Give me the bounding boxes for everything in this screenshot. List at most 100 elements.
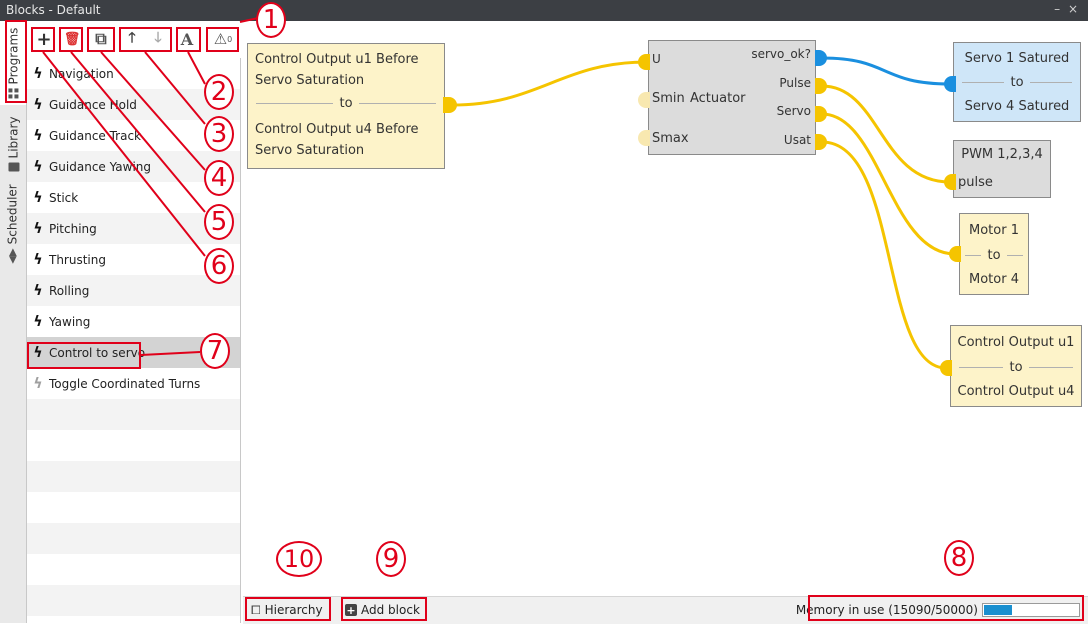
callout-8: 8 [944,540,974,576]
block-pwm[interactable]: PWM 1,2,3,4 pulse [953,140,1051,198]
program-label: Toggle Coordinated Turns [49,376,201,391]
window-controls[interactable]: – × [1054,2,1080,16]
callout-7: 7 [200,333,230,369]
annotation-box-1 [5,20,27,103]
annotation-box-4 [87,27,115,52]
block-motor[interactable]: Motor 1 to Motor 4 [959,213,1029,295]
empty-row [27,492,240,523]
callout-1: 1 [256,2,286,38]
annotation-box-10 [245,597,331,621]
port-usat-label: Usat [783,133,811,147]
bolt-icon: ϟ [33,127,43,144]
arrows-icon: ◀▶ [7,248,19,264]
block-text: Servo 4 Satured [964,99,1070,114]
input-port-smin[interactable] [638,92,650,108]
port-servo-label: Servo [776,104,811,118]
program-item-yawing[interactable]: ϟ Yawing [27,306,240,337]
program-label: Rolling [49,283,90,298]
bolt-icon: ϟ [33,96,43,113]
callout-5: 5 [204,204,234,240]
bolt-icon: ϟ [33,189,43,206]
annotation-box-9 [341,597,427,621]
title-bar: Blocks - Default – × [0,0,1088,21]
port-u-label: U [652,52,661,66]
separator-label: to [339,96,353,111]
callout-2: 2 [204,74,234,110]
program-label: Guidance Track [49,128,142,143]
program-label: Guidance Hold [49,97,137,112]
book-icon [7,162,19,172]
annotation-box-6 [31,27,55,52]
bolt-icon: ϟ [33,220,43,237]
port-servo-ok-label: servo_ok? [751,47,811,61]
block-text: Control Output u1 [957,335,1075,350]
port-smax-label: Smax [652,131,689,146]
program-label: Guidance Yawing [49,159,152,174]
port-smin-label: Smin [652,91,685,106]
bolt-icon: ϟ [33,282,43,299]
input-port-u[interactable] [638,54,650,70]
tab-scheduler-label: Scheduler [6,184,20,245]
annotation-box-7 [27,342,141,369]
program-label: Stick [49,190,79,205]
separator-label: to [987,248,1001,263]
callout-9: 9 [376,541,406,577]
input-port-smax[interactable] [638,130,650,146]
bolt-icon: ϟ [33,158,43,175]
program-label: Yawing [49,314,91,329]
block-text: Servo Saturation [255,143,365,158]
block-actuator[interactable]: U Smin Actuator Smax servo_ok? Pulse Ser… [648,40,816,155]
program-item-toggle-coordinated-turns[interactable]: ϟ Toggle Coordinated Turns [27,368,240,399]
block-separator: to [965,248,1023,263]
block-control-output-before[interactable]: Control Output u1 Before Servo Saturatio… [247,43,445,169]
actuator-title: Actuator [690,91,746,106]
block-text: PWM 1,2,3,4 [961,147,1043,162]
block-separator: to [962,75,1072,90]
program-label: Thrusting [49,252,106,267]
input-port-ctrl-out[interactable] [940,360,952,376]
empty-row [27,585,240,616]
bolt-icon: ϟ [33,313,43,330]
block-text: Servo 1 Satured [964,51,1070,66]
tab-library[interactable]: Library [0,107,26,181]
tab-scheduler[interactable]: ◀▶ Scheduler [0,183,26,265]
block-text: Servo Saturation [255,73,365,88]
tab-library-label: Library [6,116,20,159]
annotation-box-5 [59,27,83,52]
input-port-servo-sat[interactable] [944,76,956,92]
annotation-box-3 [119,27,172,52]
empty-row [27,554,240,585]
window-title: Blocks - Default [6,3,101,17]
annotation-box-warning [206,27,239,52]
callout-3: 3 [204,116,234,152]
bolt-icon: ϟ [33,65,43,82]
block-servo-satured[interactable]: Servo 1 Satured to Servo 4 Satured [953,42,1081,122]
empty-row [27,523,240,554]
block-text: Motor 4 [969,272,1019,287]
callout-10: 10 [276,541,322,577]
block-text: Motor 1 [969,223,1019,238]
port-pulse-in-label: pulse [958,175,993,190]
input-port-motor[interactable] [949,246,961,262]
annotation-box-8 [808,595,1084,621]
vertical-tab-strip: Programs Library ◀▶ Scheduler [0,21,27,623]
block-separator: to [256,96,436,111]
separator-label: to [1010,75,1024,90]
block-separator: to [959,360,1073,375]
block-text: Control Output u4 [957,384,1075,399]
callout-4: 4 [204,160,234,196]
input-port-pwm[interactable] [944,174,956,190]
callout-6: 6 [204,248,234,284]
program-label: Pitching [49,221,97,236]
empty-row [27,399,240,430]
block-text: Control Output u4 Before [255,122,419,137]
empty-row [27,461,240,492]
annotation-box-2 [176,27,201,52]
port-pulse-label: Pulse [779,76,811,90]
bolt-icon: ϟ [33,375,43,392]
block-text: Control Output u1 Before [255,52,419,67]
separator-label: to [1009,360,1023,375]
program-item-rolling[interactable]: ϟ Rolling [27,275,240,306]
program-label: Navigation [49,66,114,81]
block-control-output[interactable]: Control Output u1 to Control Output u4 [950,325,1082,407]
